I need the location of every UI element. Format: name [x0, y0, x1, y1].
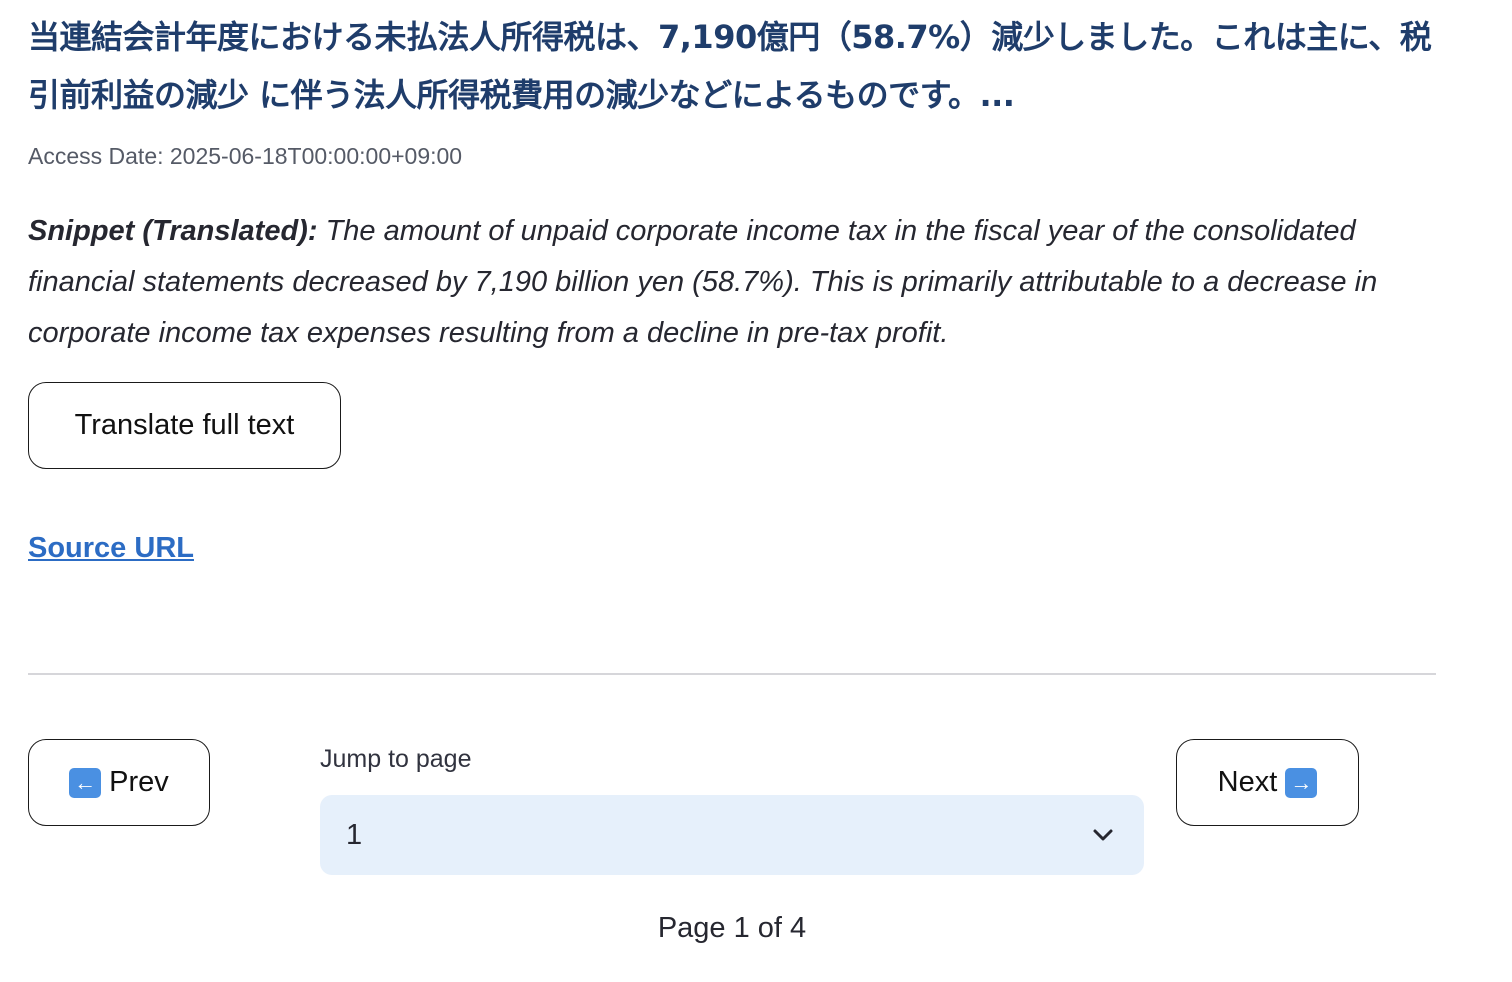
prev-button[interactable]: ← Prev: [28, 739, 210, 826]
right-arrow-icon: →: [1285, 767, 1318, 798]
source-url-link[interactable]: Source URL: [28, 532, 194, 565]
translate-full-text-button[interactable]: Translate full text: [28, 382, 341, 469]
next-button-label: Next: [1217, 766, 1278, 798]
divider: [28, 673, 1436, 675]
snippet-label: Snippet (Translated):: [28, 215, 318, 247]
jump-to-page-select[interactable]: 1: [320, 795, 1144, 875]
page-indicator: Page 1 of 4: [657, 912, 807, 944]
next-button[interactable]: Next →: [1176, 739, 1359, 826]
left-arrow-icon: ←: [69, 767, 102, 798]
translate-button-label: Translate full text: [74, 409, 295, 441]
chevron-down-icon: [1093, 829, 1113, 841]
selected-page-value: 1: [346, 818, 363, 851]
access-date: Access Date: 2025-06-18T00:00:00+09:00: [28, 143, 463, 169]
search-result-page: 当連結会計年度における未払法人所得税は、7,190億円（58.7%）減少しました…: [0, 0, 1512, 982]
snippet: Snippet (Translated): The amount of unpa…: [28, 206, 1418, 359]
prev-button-label: Prev: [109, 766, 169, 798]
jump-to-page-label: Jump to page: [320, 745, 472, 773]
result-title: 当連結会計年度における未払法人所得税は、7,190億円（58.7%）減少しました…: [28, 18, 1432, 114]
